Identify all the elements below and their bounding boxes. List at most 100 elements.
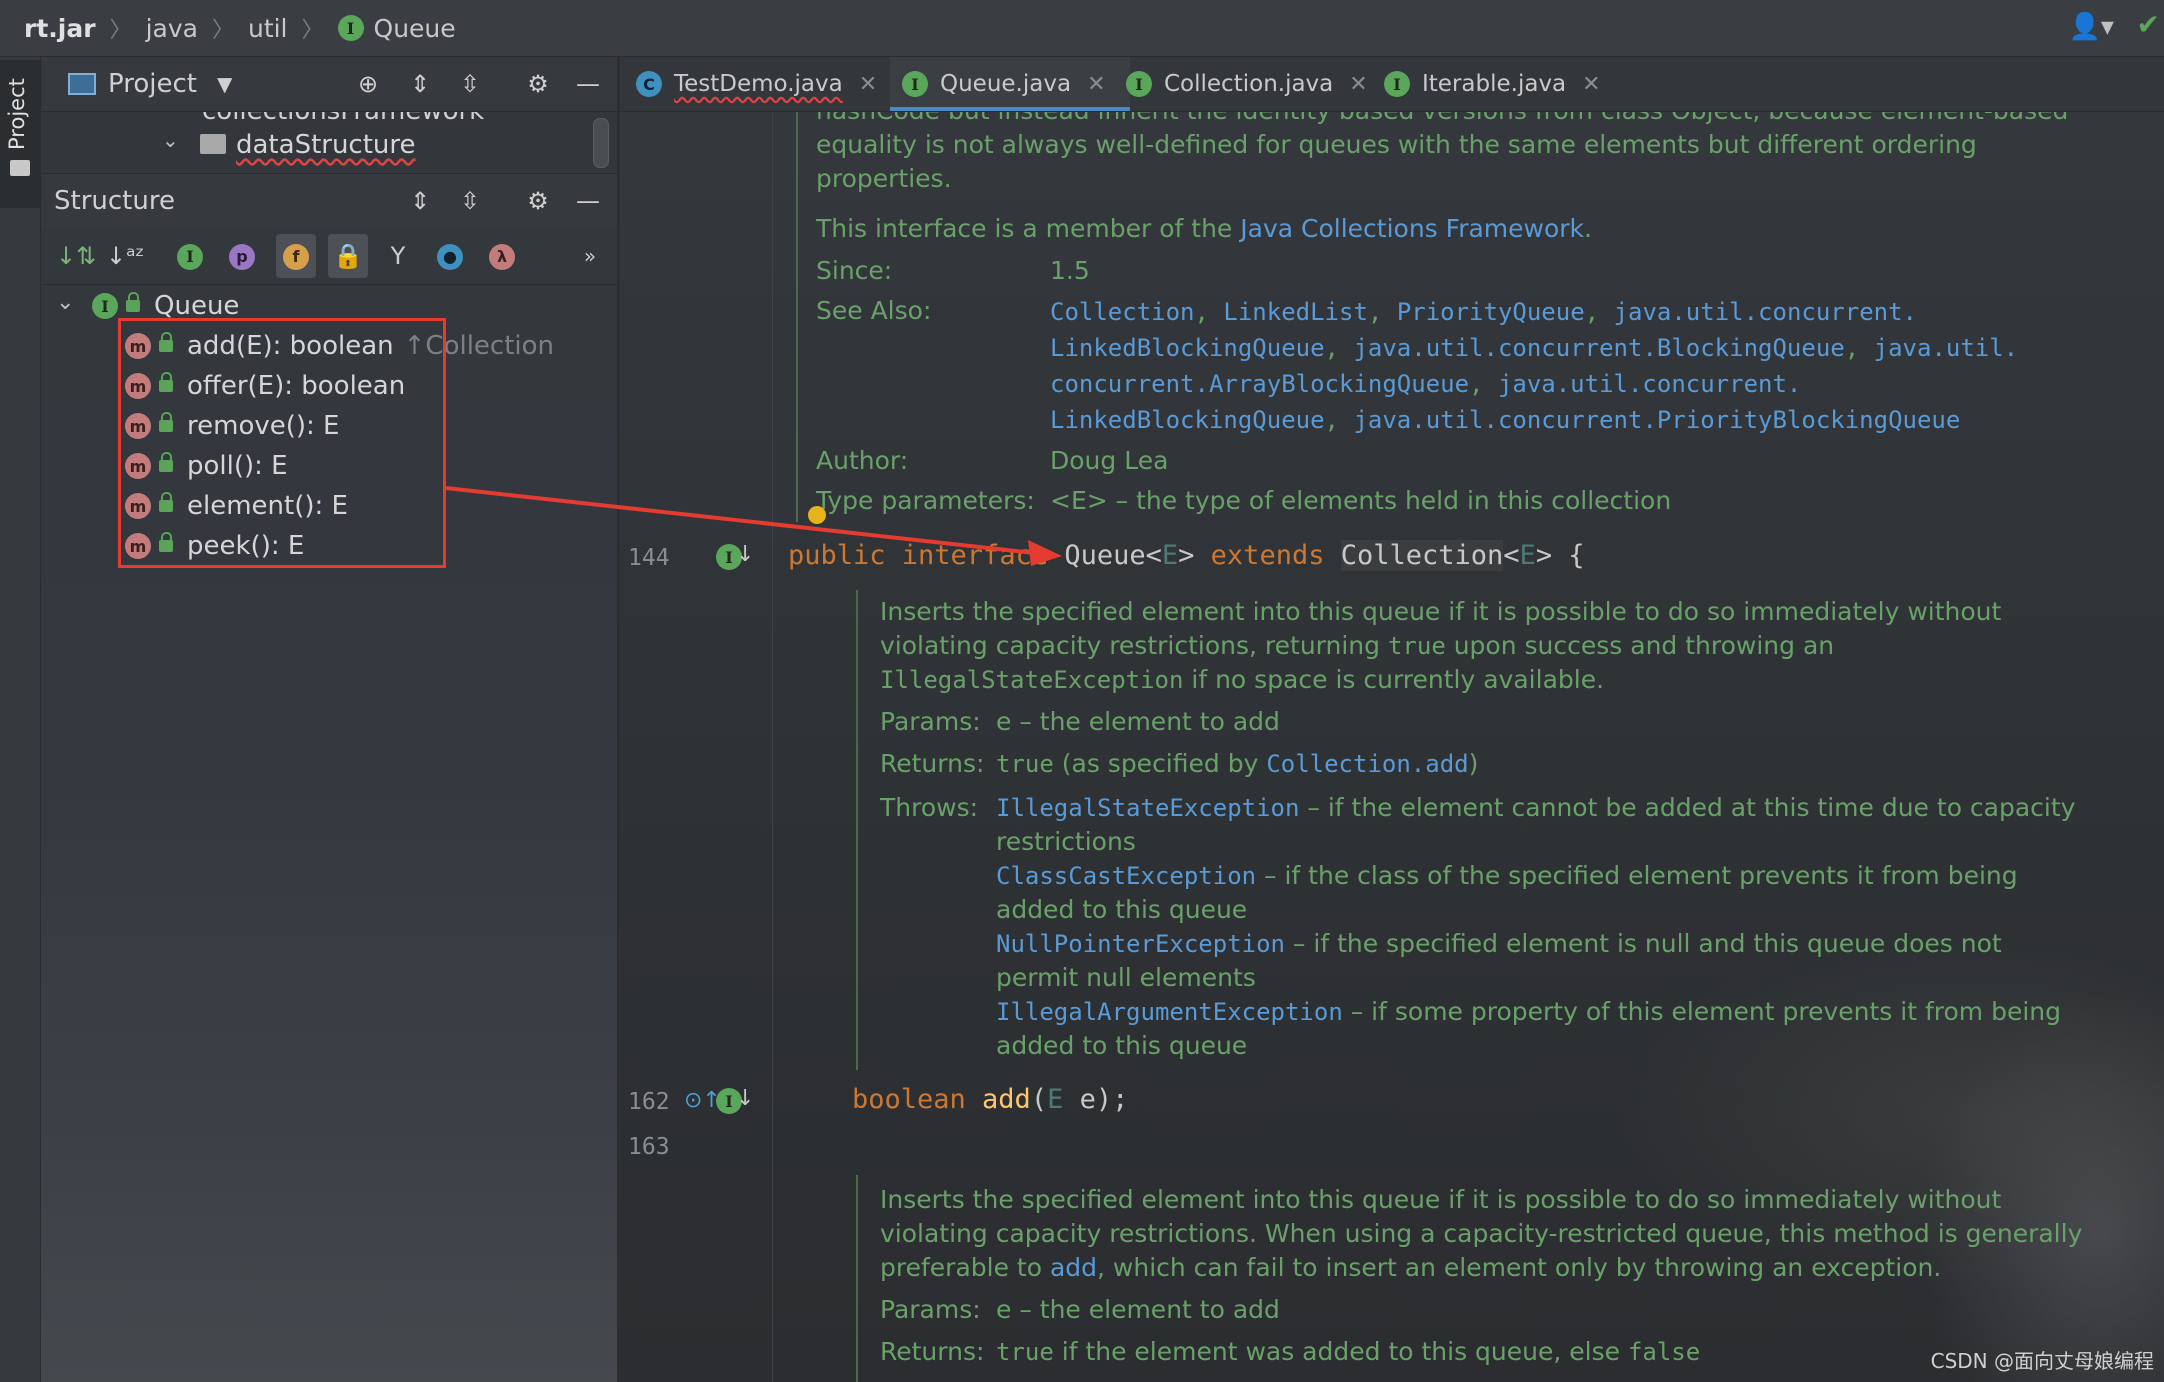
doc-text: , [1469,370,1498,398]
throws-label: Throws: [880,793,979,822]
doc-text: , [1194,298,1224,326]
interface-icon: I [1126,71,1152,97]
tree-folder-partial[interactable]: collectionsFramework [202,112,484,126]
show-properties-icon[interactable]: p [224,238,260,274]
see-also-link[interactable]: java.util.concurrent.BlockingQueue [1353,334,1844,362]
see-also-link[interactable]: PriorityQueue [1397,298,1585,326]
interface-icon: I [92,293,118,319]
gear-icon[interactable]: ⚙ [520,66,556,102]
show-lambdas-tree-icon[interactable]: Y [380,238,416,274]
tree-folder-datastructure[interactable]: dataStructure [236,130,416,160]
project-tab-label: Project [5,78,29,150]
sort-by-visibility-icon[interactable]: ↓⇅ [56,238,96,274]
doc-member-line: This interface is a member of the Java C… [816,212,2156,246]
tab-collection[interactable]: I Collection.java ✕ [1114,57,1376,111]
see-also-link[interactable]: LinkedBlockingQueue [1050,406,1325,434]
exception-link[interactable]: IllegalArgumentException [996,998,1343,1026]
see-also-link[interactable]: concurrent.ArrayBlockingQueue [1050,370,1469,398]
arrow-down-icon: ↓ [736,542,755,567]
more-icon[interactable]: » [572,238,608,274]
project-tree: collectionsFramework ⌄ dataStructure [42,112,618,178]
keyword: public interface [788,540,1065,571]
doc-block-bar [856,1175,858,1382]
structure-toolbar: ↓⇅ ↓ᵃᶻ I p f 🔒 Y ● λ » [42,228,618,285]
lambdas-icon[interactable]: λ [484,238,520,274]
exception-link[interactable]: IllegalStateException [996,794,1299,822]
see-also-link[interactable]: LinkedBlockingQueue [1050,334,1325,362]
anonymous-classes-icon[interactable]: ● [432,238,468,274]
breadcrumb-item-util[interactable]: util [248,14,288,43]
doc-text: , [1584,298,1614,326]
tab-iterable[interactable]: I Iterable.java ✕ [1372,57,1624,111]
sort-alphabetically-icon[interactable]: ↓ᵃᶻ [106,238,144,274]
see-also-link[interactable]: java.util.concurrent. [1614,298,1917,326]
add-method-documentation: Inserts the specified element into this … [880,595,2140,1061]
panel-divider[interactable] [617,57,619,1382]
doc-text: , [1844,334,1874,362]
collection-add-link[interactable]: Collection.add [1266,750,1468,778]
user-account-icon[interactable]: 👤▾ [2069,12,2114,42]
intention-bulb-icon[interactable] [808,506,826,524]
parent-type[interactable]: Collection [1340,540,1504,571]
tab-testdemo[interactable]: C TestDemo.java ✕ [636,57,888,111]
breadcrumb-item-queue[interactable]: Queue [374,14,456,43]
chevron-down-icon[interactable]: ⌄ [162,128,179,152]
see-also-link[interactable]: java.util.concurrent. [1498,370,1801,398]
collections-framework-link[interactable]: Java Collections Framework [1240,214,1584,243]
method-name[interactable]: add [982,1084,1031,1115]
minimize-icon[interactable]: — [570,183,606,219]
folder-icon [200,134,226,154]
doc-params: Params: e – the element to add [880,1293,2140,1327]
collapse-all-icon[interactable]: ⇳ [452,66,488,102]
collapse-all-icon[interactable]: ⇳ [452,183,488,219]
project-tool-window-tab[interactable]: Project [0,60,40,208]
see-also-link[interactable]: Collection [1050,298,1195,326]
show-fields-icon[interactable]: f [276,234,316,278]
doc-top-clip: hashCode but instead inherit the identit… [620,112,2164,532]
type-param: E [1519,540,1536,571]
minimize-icon[interactable]: — [570,66,606,102]
close-icon[interactable]: ✕ [1087,72,1105,97]
interface-icon: I [337,15,364,41]
see-also-link[interactable]: LinkedList [1223,298,1368,326]
close-icon[interactable]: ✕ [1582,72,1600,97]
returns-label: Returns: [880,1337,985,1366]
locate-icon[interactable]: ⊕ [350,66,386,102]
breadcrumb-item-rt-jar[interactable]: rt.jar [24,14,96,43]
editor-tab-bar: C TestDemo.java ✕ I Queue.java ✕ I Colle… [620,57,2164,112]
see-also-link[interactable]: java.util.concurrent.PriorityBlockingQue… [1353,406,1960,434]
line-number: 163 [628,1134,670,1160]
doc-text: violating capacity restrictions, returni… [880,631,1388,660]
see-also-link[interactable]: java.util. [1874,334,2019,362]
close-icon[interactable]: ✕ [859,72,877,97]
keyword: boolean [852,1084,983,1115]
breadcrumb-item-java[interactable]: java [146,14,198,43]
tab-queue[interactable]: I Queue.java ✕ [890,57,1130,111]
arrow-down-icon: ↓ [736,1086,755,1111]
chevron-down-icon[interactable]: ⌄ [56,290,74,315]
doc-text: – if the class of the specified element … [1256,861,2018,890]
breadcrumb-separator-icon: 〉 [301,18,324,43]
expand-all-icon[interactable]: ⇕ [402,183,438,219]
project-scrollbar[interactable] [593,118,609,168]
exception-link[interactable]: ClassCastException [996,862,1256,890]
navigation-breadcrumb-bar: rt.jar 〉 java 〉 util 〉 I Queue 👤▾ ✔ [0,0,2164,57]
returns-label: Returns: [880,749,985,778]
gear-icon[interactable]: ⚙ [520,183,556,219]
project-panel-title[interactable]: Project [108,69,197,99]
breadcrumb-separator-icon: 〉 [109,18,132,43]
show-inherited-icon[interactable]: I [172,238,208,274]
doc-text: , [1324,334,1354,362]
show-non-public-icon[interactable]: 🔒 [328,234,368,278]
expand-all-icon[interactable]: ⇕ [402,66,438,102]
doc-text: preferable to [880,1253,1050,1282]
add-link[interactable]: add [1050,1253,1097,1282]
folder-icon [10,160,30,176]
doc-returns: Returns: true (as specified by Collectio… [880,747,2140,781]
chevron-down-icon[interactable]: ▼ [217,72,232,96]
close-icon[interactable]: ✕ [1349,72,1367,97]
doc-throws: Throws: IllegalStateException – if the e… [880,791,2140,1061]
doc-text: upon success and throwing an [1445,631,1835,660]
exception-link[interactable]: NullPointerException [996,930,1285,958]
class-name[interactable]: Queue [1064,540,1145,571]
